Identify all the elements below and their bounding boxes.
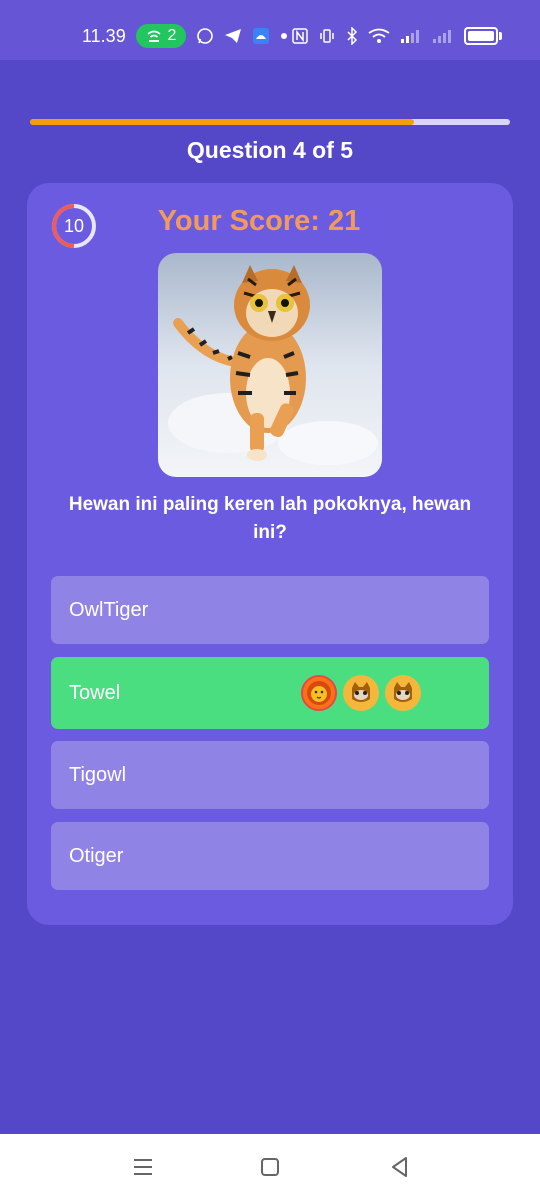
bluetooth-icon <box>347 27 358 45</box>
quiz-card: 10 Your Score: 21 Hewan ini paling keren… <box>27 183 513 925</box>
home-button-icon[interactable] <box>257 1154 283 1180</box>
score-display: Your Score: 21 <box>157 205 361 237</box>
quiz-progress-bar <box>30 119 510 125</box>
recent-apps-menu-icon[interactable] <box>130 1154 156 1180</box>
answer-option-label: Otiger <box>69 844 124 867</box>
system-navigation-bar <box>0 1134 540 1200</box>
wifi-icon <box>368 28 390 43</box>
nfc-icon <box>292 28 308 44</box>
vibrate-icon <box>320 29 334 43</box>
question-text: Hewan ini paling keren lah pokoknya, hew… <box>68 494 472 543</box>
back-button-icon[interactable] <box>387 1154 413 1180</box>
notification-icons <box>196 22 288 50</box>
dot-icon <box>281 33 287 39</box>
question-counter: Question 4 of 5 <box>186 137 354 163</box>
lion-avatar-icon <box>301 675 337 711</box>
telegram-icon <box>225 29 241 43</box>
question-image <box>158 253 382 477</box>
answer-option-label: Tigowl <box>69 763 127 786</box>
answer-option-4[interactable]: Otiger <box>51 822 489 890</box>
answer-option-3[interactable]: Tigowl <box>51 741 489 809</box>
answer-option-label: Towel <box>69 681 121 704</box>
hotspot-count: 2 <box>167 27 177 44</box>
answer-option-2-correct[interactable]: Towel <box>51 657 489 729</box>
system-icons <box>292 22 502 50</box>
cat-avatar-icon <box>385 675 421 711</box>
quiz-progress-fill <box>30 119 414 125</box>
signal-no-sim-icon <box>433 30 451 43</box>
signal-icon <box>401 30 419 43</box>
hotspot-icon <box>147 30 161 42</box>
countdown-timer: 10 <box>63 215 85 236</box>
battery-icon <box>464 27 502 45</box>
answer-option-1[interactable]: OwlTiger <box>51 576 489 644</box>
player-avatars <box>301 675 421 711</box>
hotspot-badge: 2 <box>136 24 186 48</box>
answer-option-label: OwlTiger <box>69 598 149 621</box>
owl-tiger-image <box>158 253 382 477</box>
whatsapp-icon <box>197 28 213 44</box>
status-bar: 11.39 2 <box>0 0 540 60</box>
android-icon <box>253 28 269 44</box>
status-time: 11.39 <box>82 26 126 46</box>
cat-avatar-icon <box>343 675 379 711</box>
